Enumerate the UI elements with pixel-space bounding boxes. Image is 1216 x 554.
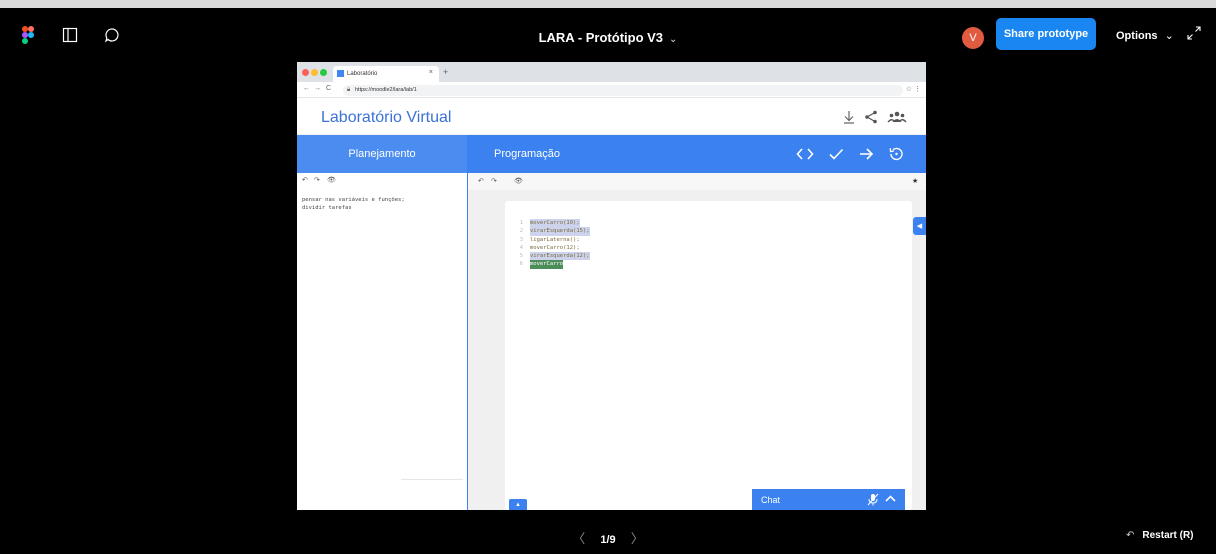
programming-label: Programação [494,148,561,160]
line-number: 2 [519,228,523,235]
options-chevron-down-icon: ⌄ [1164,30,1174,42]
restart-icon: ↶ [1126,530,1135,541]
reload-icon[interactable]: C [326,85,331,92]
editor-toolbar: ↶ ↷ 👁︎ ★ [468,173,926,190]
code-text: virarEsquerda(12); [530,252,590,261]
scroll-up-button[interactable]: ▲ [509,499,527,510]
browser-tab-title: Laboratório [347,71,378,77]
share-prototype-button[interactable]: Share prototype [996,18,1096,50]
prototype-title-text: LARA - Protótipo V3 [538,30,664,45]
app-title: Laboratório Virtual [321,109,452,126]
window-close-icon[interactable] [302,69,309,76]
code-text: moverCarro(12); [530,244,580,251]
back-icon[interactable]: ← [303,85,310,92]
programming-header: Programação [468,135,926,173]
planning-pane: ↶ ↷ 👁︎ pensar nas variáveis e funções; d… [297,173,467,510]
lock-icon: 🔒︎ [347,87,351,93]
window-maximize-icon[interactable] [320,69,327,76]
restart-label: Restart (R) [1142,530,1194,541]
pagination: 〈 1/9 〉 [0,528,1216,547]
prototype-frame: Laboratório × + ← → C 🔒︎ https://moodle2… [297,62,926,510]
window-minimize-icon[interactable] [311,69,318,76]
undo-icon[interactable]: ↶ [302,176,308,184]
url-text: https://moodle2/lara/lab/1 [355,87,417,93]
expand-icon[interactable] [1186,25,1202,41]
download-icon[interactable] [841,109,857,125]
line-number: 1 [519,220,523,226]
url-field[interactable]: 🔒︎ https://moodle2/lara/lab/1 [343,85,903,96]
tab-favicon-icon [337,70,344,77]
history-icon[interactable] [888,146,904,162]
code-text: moverCarro(10); [530,219,580,228]
tab-close-icon[interactable]: × [429,69,433,76]
hide-icon[interactable]: 👁︎ [327,176,336,184]
share-icon[interactable] [863,109,879,125]
code-text: moverCarro [530,260,564,269]
star-icon[interactable]: ★ [912,177,918,185]
previous-frame-icon[interactable]: 〈 [572,531,585,546]
browser-tab-bar: Laboratório × + [297,62,926,82]
programming-pane: ↶ ↷ 👁︎ ★ 1 moverCarro(10); 2 virarEsquerda(… [468,173,926,510]
scroll-indicator [401,479,463,480]
page-indicator: 1/9 [600,534,616,546]
mic-off-icon[interactable] [867,493,879,508]
bookmark-star-icon[interactable]: ☆ [906,85,912,93]
code-editor[interactable]: 1 moverCarro(10); 2 virarEsquerda(15); 3 liga… [505,201,912,510]
app-header: Laboratório Virtual [297,99,926,135]
chat-label: Chat [761,495,781,505]
editor-undo-icon[interactable]: ↶ [478,177,484,185]
avatar[interactable]: V [962,27,984,49]
collapse-side-panel-icon[interactable]: ◀ [913,217,926,235]
code-icon[interactable] [796,146,814,162]
new-tab-icon[interactable]: + [443,67,448,77]
planning-header: Planejamento [297,135,467,173]
chevron-up-icon[interactable] [885,494,896,505]
line-number: 4 [519,244,523,251]
top-edge [0,0,1216,8]
options-menu[interactable]: Options ⌄ [1116,29,1174,42]
code-text: virarEsquerda(15); [530,227,590,236]
arrow-right-icon[interactable] [858,146,874,162]
forward-icon[interactable]: → [314,85,321,92]
planning-notes-textarea[interactable]: pensar nas variáveis e funções; dividir … [302,196,405,212]
title-chevron-down-icon: ⌄ [669,34,678,45]
redo-icon[interactable]: ↷ [314,176,320,184]
line-number: 5 [519,253,523,260]
prototype-toolbar: LARA - Protótipo V3 ⌄ V Share prototype O… [0,8,1216,58]
editor-redo-icon[interactable]: ↷ [491,177,497,185]
browser-tab[interactable]: Laboratório × [333,66,439,82]
line-number: 3 [519,236,523,243]
options-label: Options [1116,30,1158,42]
group-icon[interactable] [887,109,907,125]
check-icon[interactable] [828,146,844,162]
browser-menu-icon[interactable]: ⋮ [914,85,921,93]
code-text: ligarLaterna(); [530,236,580,243]
editor-hide-icon[interactable]: 👁︎ [514,177,523,185]
line-number: 6 [519,261,523,268]
chat-bar[interactable]: Chat [752,489,905,510]
restart-button[interactable]: ↶ Restart (R) [1126,530,1194,541]
address-bar-row: ← → C 🔒︎ https://moodle2/lara/lab/1 ☆ ⋮ [297,82,926,98]
next-frame-icon[interactable]: 〉 [631,531,644,546]
